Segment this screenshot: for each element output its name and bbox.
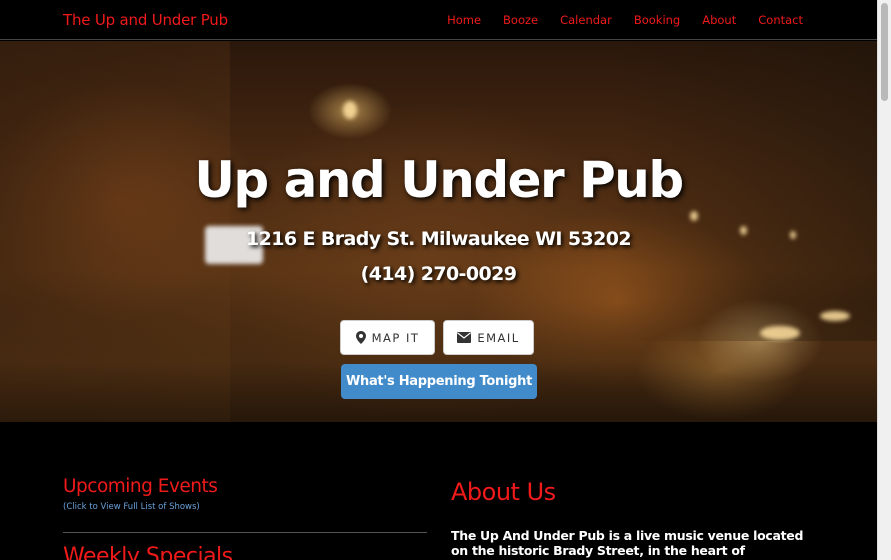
hero-phone: (414) 270-0029	[360, 263, 517, 285]
top-navbar: The Up and Under Pub Home Booze Calendar…	[0, 0, 877, 40]
section-divider	[63, 532, 427, 533]
hero-title: Up and Under Pub	[194, 151, 684, 209]
nav-item-about[interactable]: About	[702, 13, 736, 27]
scrollbar-thumb[interactable]	[881, 3, 888, 101]
weekly-specials-heading: Weekly Specials	[63, 544, 233, 560]
nav-item-contact[interactable]: Contact	[758, 13, 803, 27]
map-it-button[interactable]: MAP IT	[340, 320, 435, 355]
nav-item-home[interactable]: Home	[447, 13, 481, 27]
brand-link[interactable]: The Up and Under Pub	[63, 11, 228, 29]
about-paragraph: The Up And Under Pub is a live music ven…	[451, 528, 804, 560]
map-marker-icon	[355, 331, 366, 344]
upcoming-events-section: Upcoming Events (Click to View Full List…	[63, 476, 427, 512]
email-label: EMAIL	[477, 330, 520, 345]
envelope-icon	[457, 332, 472, 343]
about-heading: About Us	[451, 478, 556, 506]
nav-item-calendar[interactable]: Calendar	[560, 13, 612, 27]
upcoming-events-heading: Upcoming Events	[63, 476, 218, 497]
whats-happening-button[interactable]: What's Happening Tonight	[341, 364, 537, 399]
about-section: About Us	[451, 478, 821, 506]
full-shows-link[interactable]: (Click to View Full List of Shows)	[63, 502, 427, 512]
hero-content: Up and Under Pub 1216 E Brady St. Milwau…	[0, 41, 877, 422]
map-it-label: MAP IT	[371, 330, 420, 345]
nav-item-booze[interactable]: Booze	[503, 13, 538, 27]
hero-section: Up and Under Pub 1216 E Brady St. Milwau…	[0, 41, 877, 422]
hero-address: 1216 E Brady St. Milwaukee WI 53202	[245, 228, 632, 250]
page-scrollbar[interactable]	[877, 0, 891, 560]
email-button[interactable]: EMAIL	[443, 320, 534, 355]
nav-menu: Home Booze Calendar Booking About Contac…	[425, 13, 803, 27]
nav-item-booking[interactable]: Booking	[634, 13, 680, 27]
